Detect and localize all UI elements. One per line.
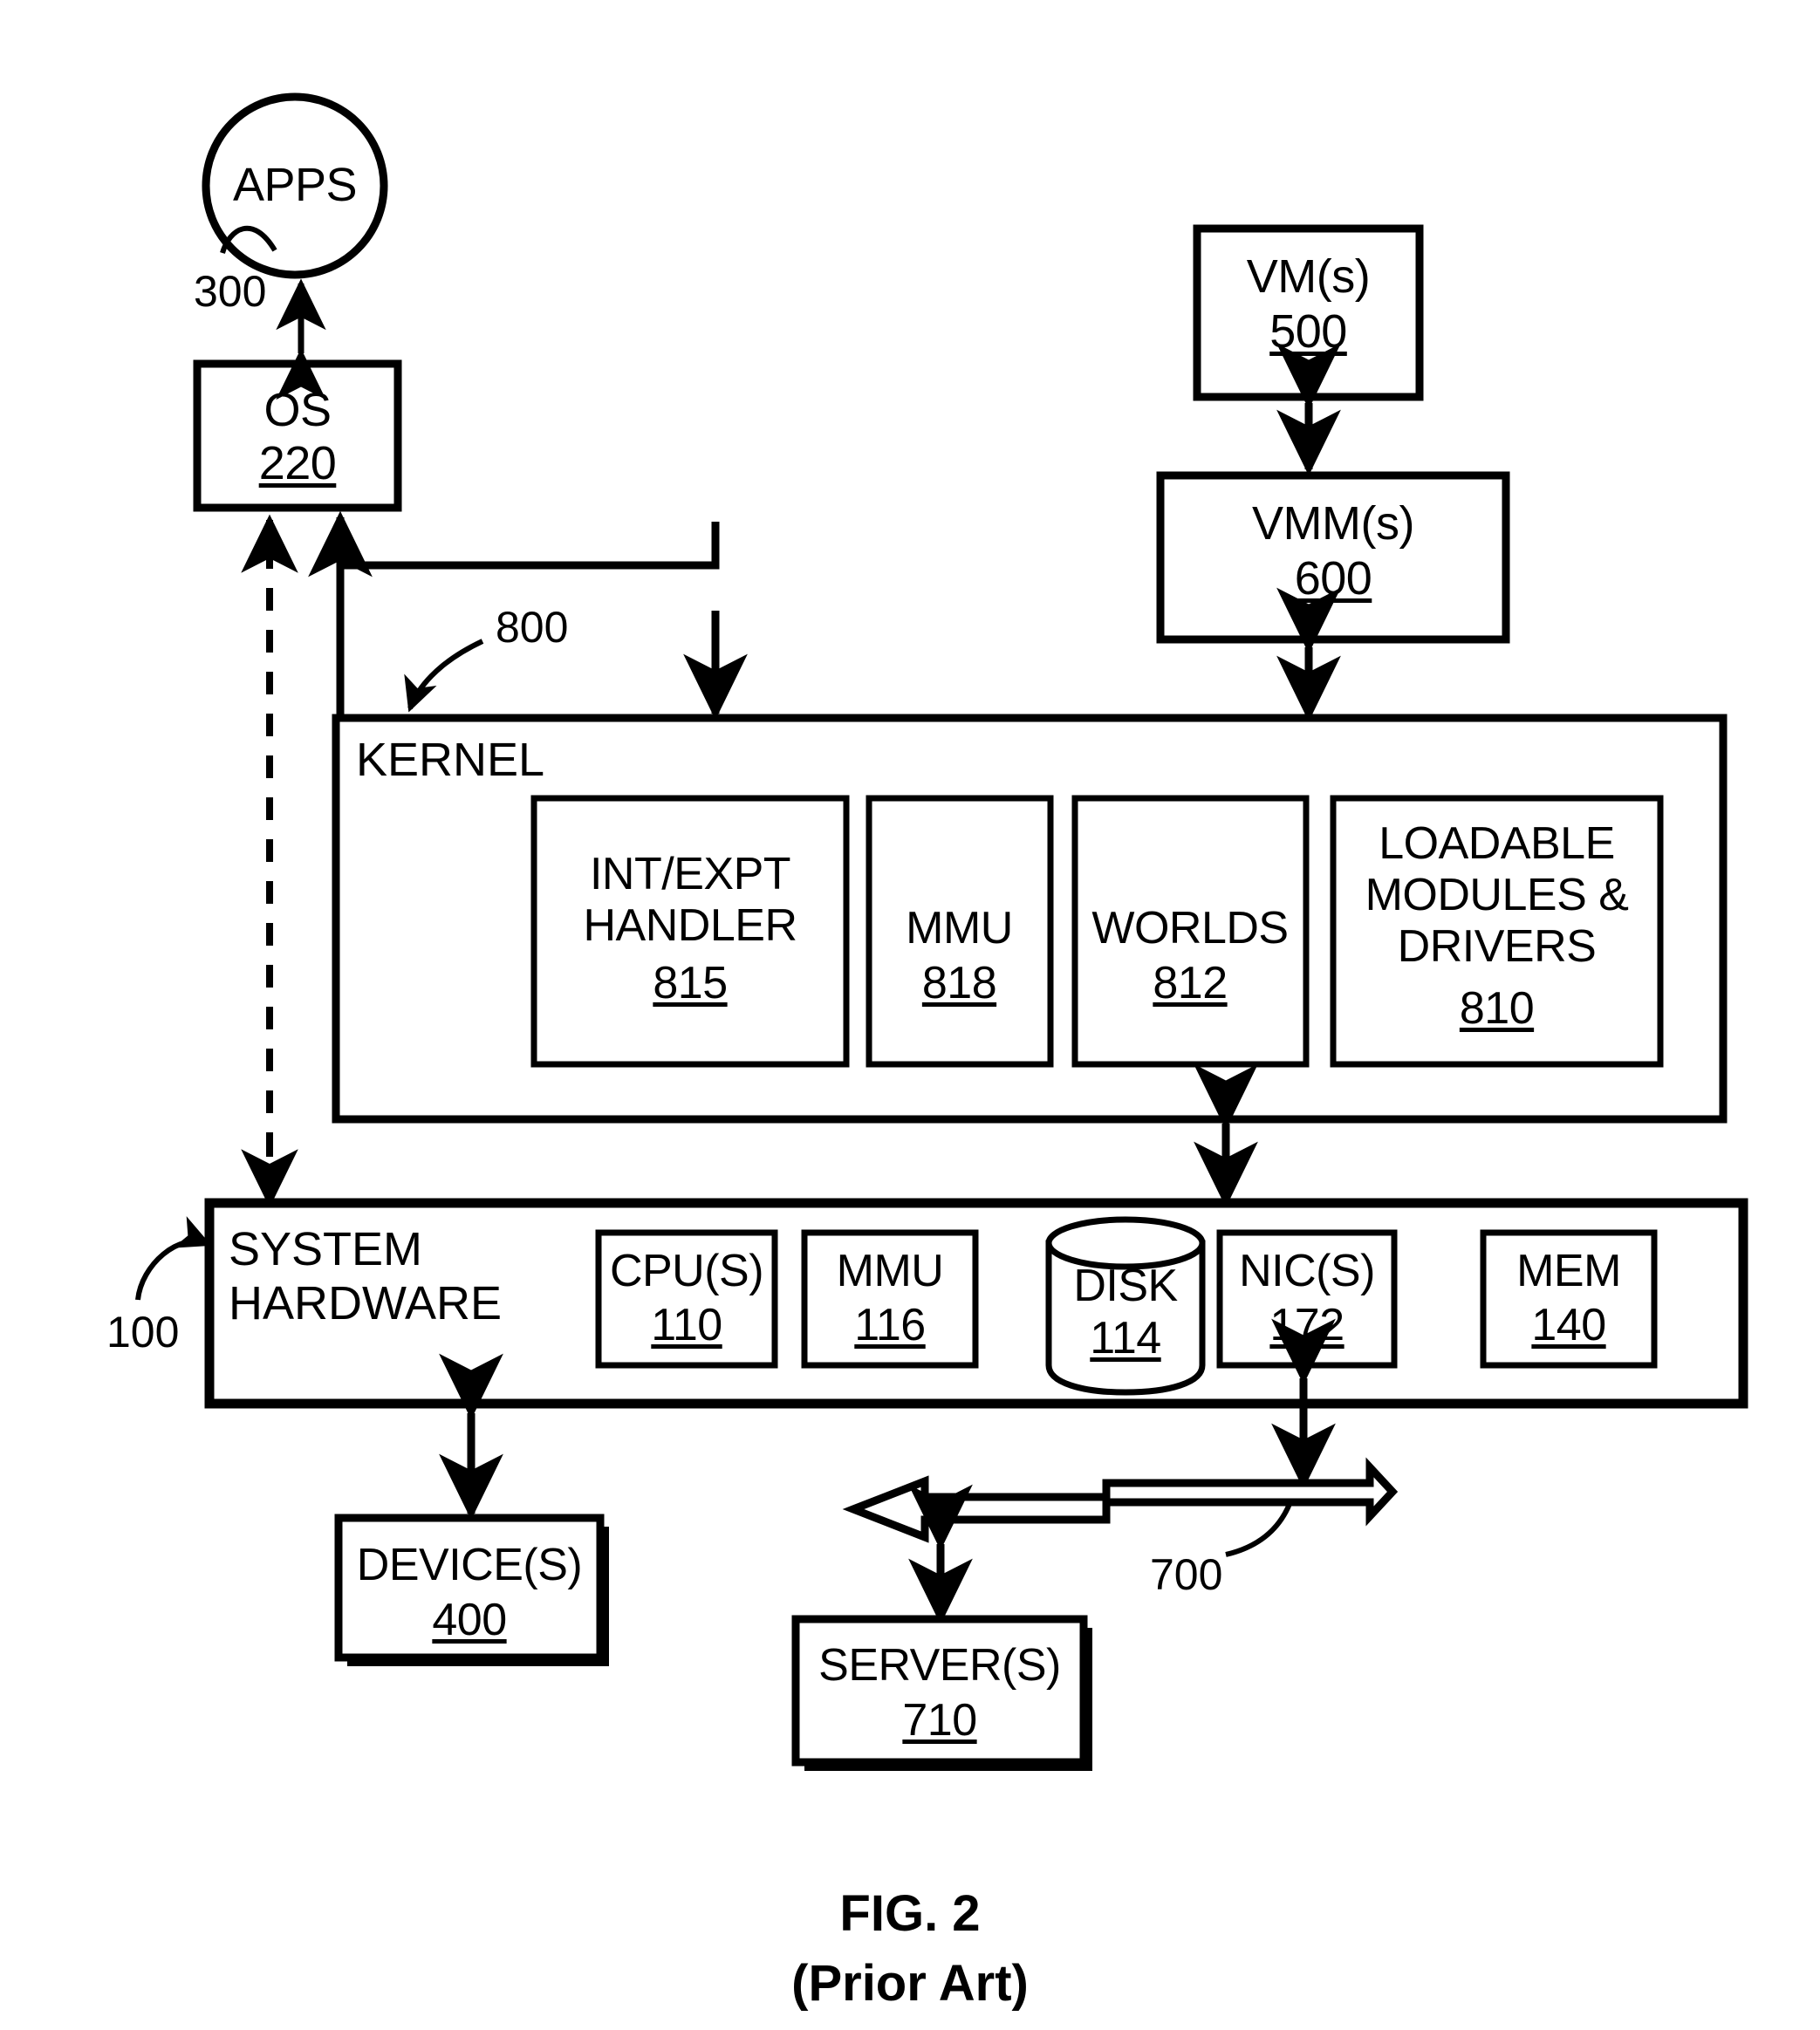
nics-number: 172 [1269, 1300, 1344, 1350]
worlds-number: 812 [1153, 958, 1228, 1008]
ref-800: 800 [496, 603, 569, 652]
kernel-label: KERNEL [356, 734, 545, 786]
loadable-modules-label: LOADABLE MODULES & DRIVERS [1365, 818, 1629, 972]
servers-number: 710 [902, 1695, 977, 1746]
kernel-mmu-label: MMU [906, 903, 1013, 953]
ref-300: 300 [194, 267, 267, 316]
mem-number: 140 [1531, 1300, 1606, 1350]
worlds-label: WORLDS [1091, 903, 1289, 953]
ref-700: 700 [1150, 1550, 1223, 1599]
vm-number: 500 [1269, 305, 1347, 358]
kernel-mmu-number: 818 [921, 958, 997, 1008]
ref-100-leader [135, 1216, 212, 1301]
vm-label: VM(s) [1246, 250, 1371, 303]
disk-number: 114 [1090, 1313, 1161, 1364]
ref-100: 100 [106, 1308, 180, 1357]
disk-label: DISK [1073, 1261, 1178, 1311]
hw-mmu-label: MMU [836, 1246, 944, 1296]
os-number: 220 [258, 437, 337, 489]
mem-label: MEM [1516, 1246, 1621, 1296]
devices-number: 400 [432, 1595, 507, 1645]
hw-mmu-number: 116 [854, 1300, 926, 1350]
vmm-label: VMM(s) [1252, 497, 1414, 550]
loadable-modules-number: 810 [1459, 983, 1535, 1034]
network-bus [842, 1457, 1399, 1543]
system-hardware-label: SYSTEM HARDWARE [229, 1223, 503, 1329]
cpus-number: 110 [651, 1300, 722, 1350]
cpus-label: CPU(S) [609, 1246, 764, 1296]
servers-label: SERVER(S) [818, 1640, 1061, 1691]
vmm-number: 600 [1294, 552, 1372, 605]
ref-700-leader [1225, 1502, 1292, 1557]
patent-figure-2: APPS 300 OS 220 VM(s) 500 VMM(s) 600 KER… [0, 0, 1820, 2030]
figure-caption-line1: FIG. 2 [839, 1885, 981, 1942]
os-label: OS [263, 384, 332, 436]
int-expt-handler-label: INT/EXPT HANDLER [583, 849, 798, 951]
figure-caption-line2: (Prior Art) [791, 1955, 1029, 2012]
int-expt-handler-number: 815 [653, 958, 728, 1008]
ref-800-leader [404, 639, 484, 713]
devices-label: DEVICE(S) [356, 1540, 583, 1590]
nics-label: NIC(S) [1239, 1246, 1375, 1296]
apps-label: APPS [232, 159, 358, 211]
